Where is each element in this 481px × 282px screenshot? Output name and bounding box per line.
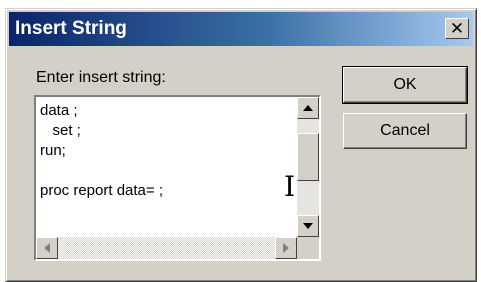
cancel-button[interactable]: Cancel xyxy=(343,113,467,149)
horizontal-scrollbar[interactable] xyxy=(36,237,297,259)
ok-button[interactable]: OK xyxy=(342,66,468,104)
title-bar[interactable]: Insert String ✕ xyxy=(9,12,473,46)
vertical-scroll-thumb[interactable] xyxy=(297,133,319,181)
arrow-left-icon xyxy=(44,243,50,253)
close-button[interactable]: ✕ xyxy=(445,18,469,39)
scroll-left-button[interactable] xyxy=(36,237,58,259)
insert-string-textarea[interactable]: data ; set ; run; proc report data= ; I xyxy=(34,95,321,261)
dialog-title: Insert String xyxy=(15,18,127,39)
insert-string-dialog: Insert String ✕ Enter insert string: dat… xyxy=(5,8,477,282)
textarea-content[interactable]: data ; set ; run; proc report data= ; xyxy=(40,101,296,239)
scroll-up-button[interactable] xyxy=(297,97,319,119)
scroll-down-button[interactable] xyxy=(297,215,319,237)
text-cursor-icon: I xyxy=(284,170,296,203)
arrow-right-icon xyxy=(283,243,289,253)
close-icon: ✕ xyxy=(449,19,465,38)
vertical-scrollbar[interactable] xyxy=(297,97,319,237)
arrow-up-icon xyxy=(303,105,313,111)
scroll-right-button[interactable] xyxy=(275,237,297,259)
arrow-down-icon xyxy=(303,223,313,229)
prompt-label: Enter insert string: xyxy=(36,69,166,86)
scrollbar-corner xyxy=(297,237,319,259)
